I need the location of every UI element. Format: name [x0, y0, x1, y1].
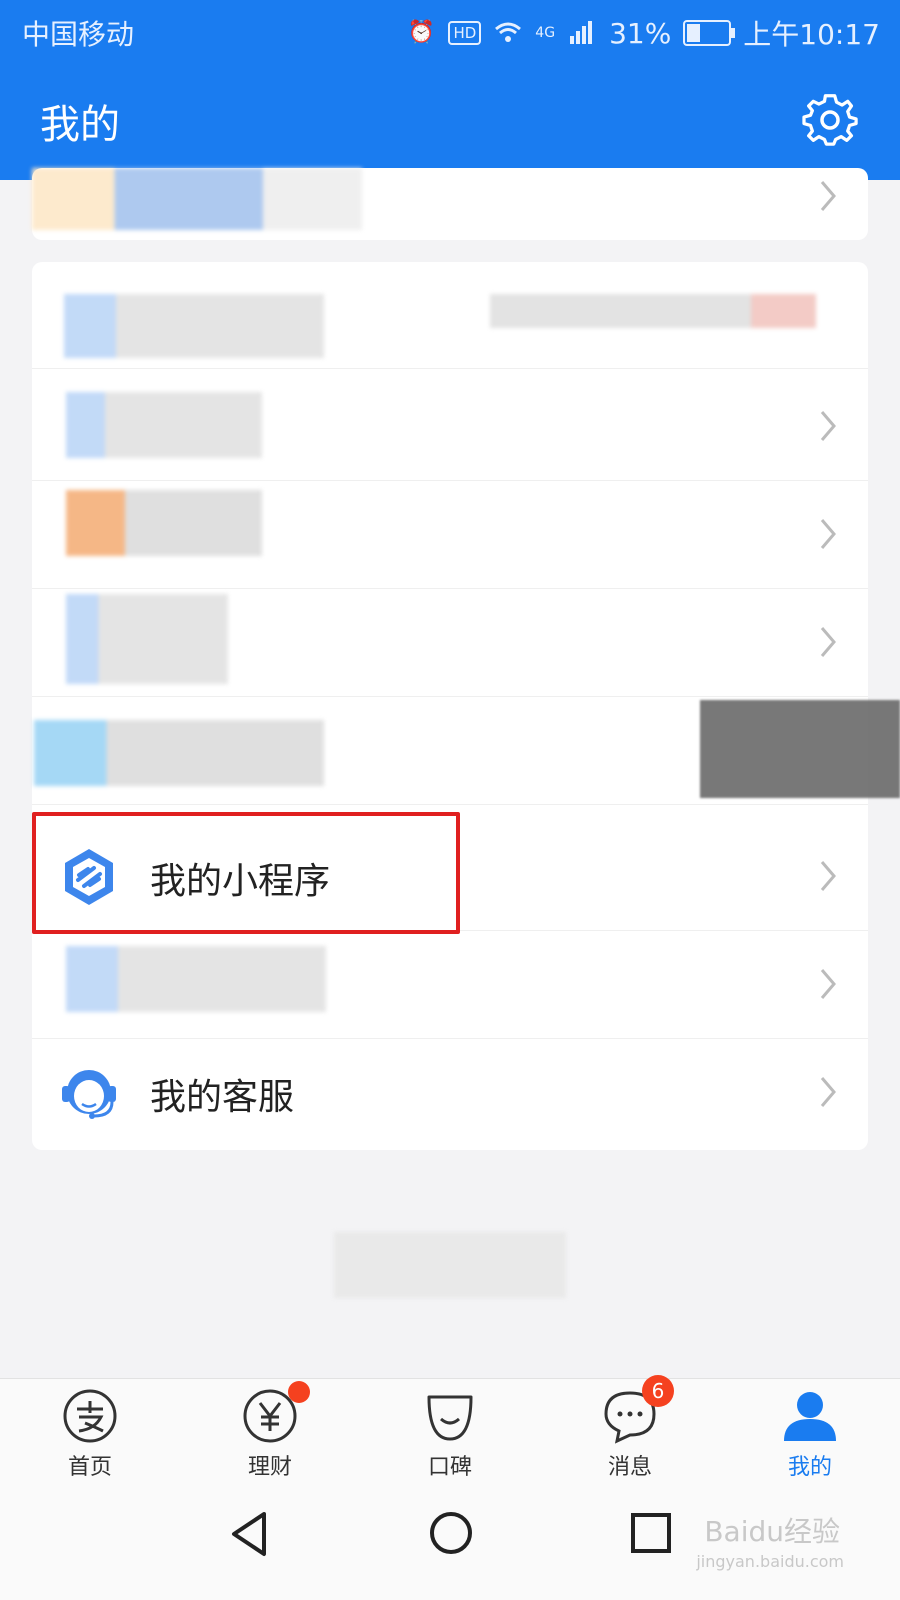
chevron-right-icon	[820, 861, 836, 891]
customer-service-icon	[62, 1070, 116, 1119]
tab-mine[interactable]: 我的	[750, 1387, 870, 1481]
blurred-content	[66, 392, 262, 458]
tab-label: 我的	[787, 1455, 832, 1480]
list-item[interactable]	[32, 930, 868, 1039]
koubei-icon	[427, 1395, 473, 1441]
chevron-right-icon	[820, 519, 836, 549]
notification-dot	[288, 1381, 310, 1403]
tab-label: 首页	[67, 1455, 112, 1480]
recents-square-icon[interactable]	[630, 1512, 672, 1554]
blurred-footer-text	[334, 1232, 566, 1298]
battery-percent: 31%	[609, 16, 672, 50]
customer-service-label: 我的客服	[150, 1077, 295, 1118]
tab-label: 消息	[607, 1455, 652, 1480]
battery-icon	[683, 20, 736, 46]
list-item[interactable]	[32, 262, 868, 369]
blurred-content	[66, 946, 326, 1012]
profile-card[interactable]	[32, 168, 868, 240]
watermark-url: jingyan.baidu.com	[696, 1552, 844, 1571]
bottom-tab-bar: 首页 理财 口碑 消息 6 我的	[0, 1375, 900, 1489]
blurred-content	[64, 294, 324, 358]
blurred-content	[66, 594, 228, 684]
blurred-content	[66, 490, 262, 556]
page-title: 我的	[40, 102, 120, 148]
annotation-highlight-box	[32, 812, 460, 934]
chevron-right-icon	[820, 411, 836, 441]
chevron-right-icon	[820, 1077, 836, 1107]
alipay-home-icon	[63, 1389, 117, 1443]
tab-home[interactable]: 首页	[30, 1387, 150, 1481]
tab-label: 口碑	[427, 1455, 472, 1480]
chevron-right-icon	[820, 181, 836, 211]
gear-icon[interactable]	[802, 92, 858, 148]
list-item[interactable]	[32, 372, 868, 481]
watermark-brand: Baidu经验	[704, 1515, 840, 1548]
tab-koubei[interactable]: 口碑	[390, 1387, 510, 1481]
wifi-icon	[493, 20, 523, 46]
list-item[interactable]	[32, 588, 868, 697]
blurred-content	[490, 294, 816, 328]
tab-messages[interactable]: 消息 6	[570, 1375, 690, 1481]
back-icon[interactable]	[228, 1510, 272, 1558]
message-count-badge: 6	[642, 1375, 674, 1407]
network-type: 4G	[535, 25, 556, 41]
alarm-icon: ⏰	[407, 20, 436, 45]
status-bar: 中国移动 ⏰ HD 4G 31% 上午10:17	[0, 0, 900, 62]
chevron-right-icon	[820, 627, 836, 657]
blurred-overlay	[700, 700, 900, 798]
blurred-content	[34, 720, 324, 786]
home-circle-icon[interactable]	[428, 1510, 474, 1556]
status-icons: ⏰ HD 4G 31% 上午10:17	[406, 13, 880, 53]
blurred-avatar	[32, 168, 362, 230]
list-item[interactable]	[32, 480, 868, 589]
tab-label: 理财	[247, 1455, 292, 1480]
page-header: 我的	[0, 62, 900, 180]
signal-icon	[567, 20, 597, 46]
chevron-right-icon	[820, 969, 836, 999]
customer-service-item[interactable]: 我的客服	[32, 1038, 868, 1146]
carrier-name: 中国移动	[22, 18, 135, 51]
person-icon	[784, 1392, 836, 1441]
tab-wealth[interactable]: 理财	[210, 1381, 330, 1481]
hd-icon: HD	[448, 21, 482, 45]
clock: 上午10:17	[743, 18, 880, 51]
